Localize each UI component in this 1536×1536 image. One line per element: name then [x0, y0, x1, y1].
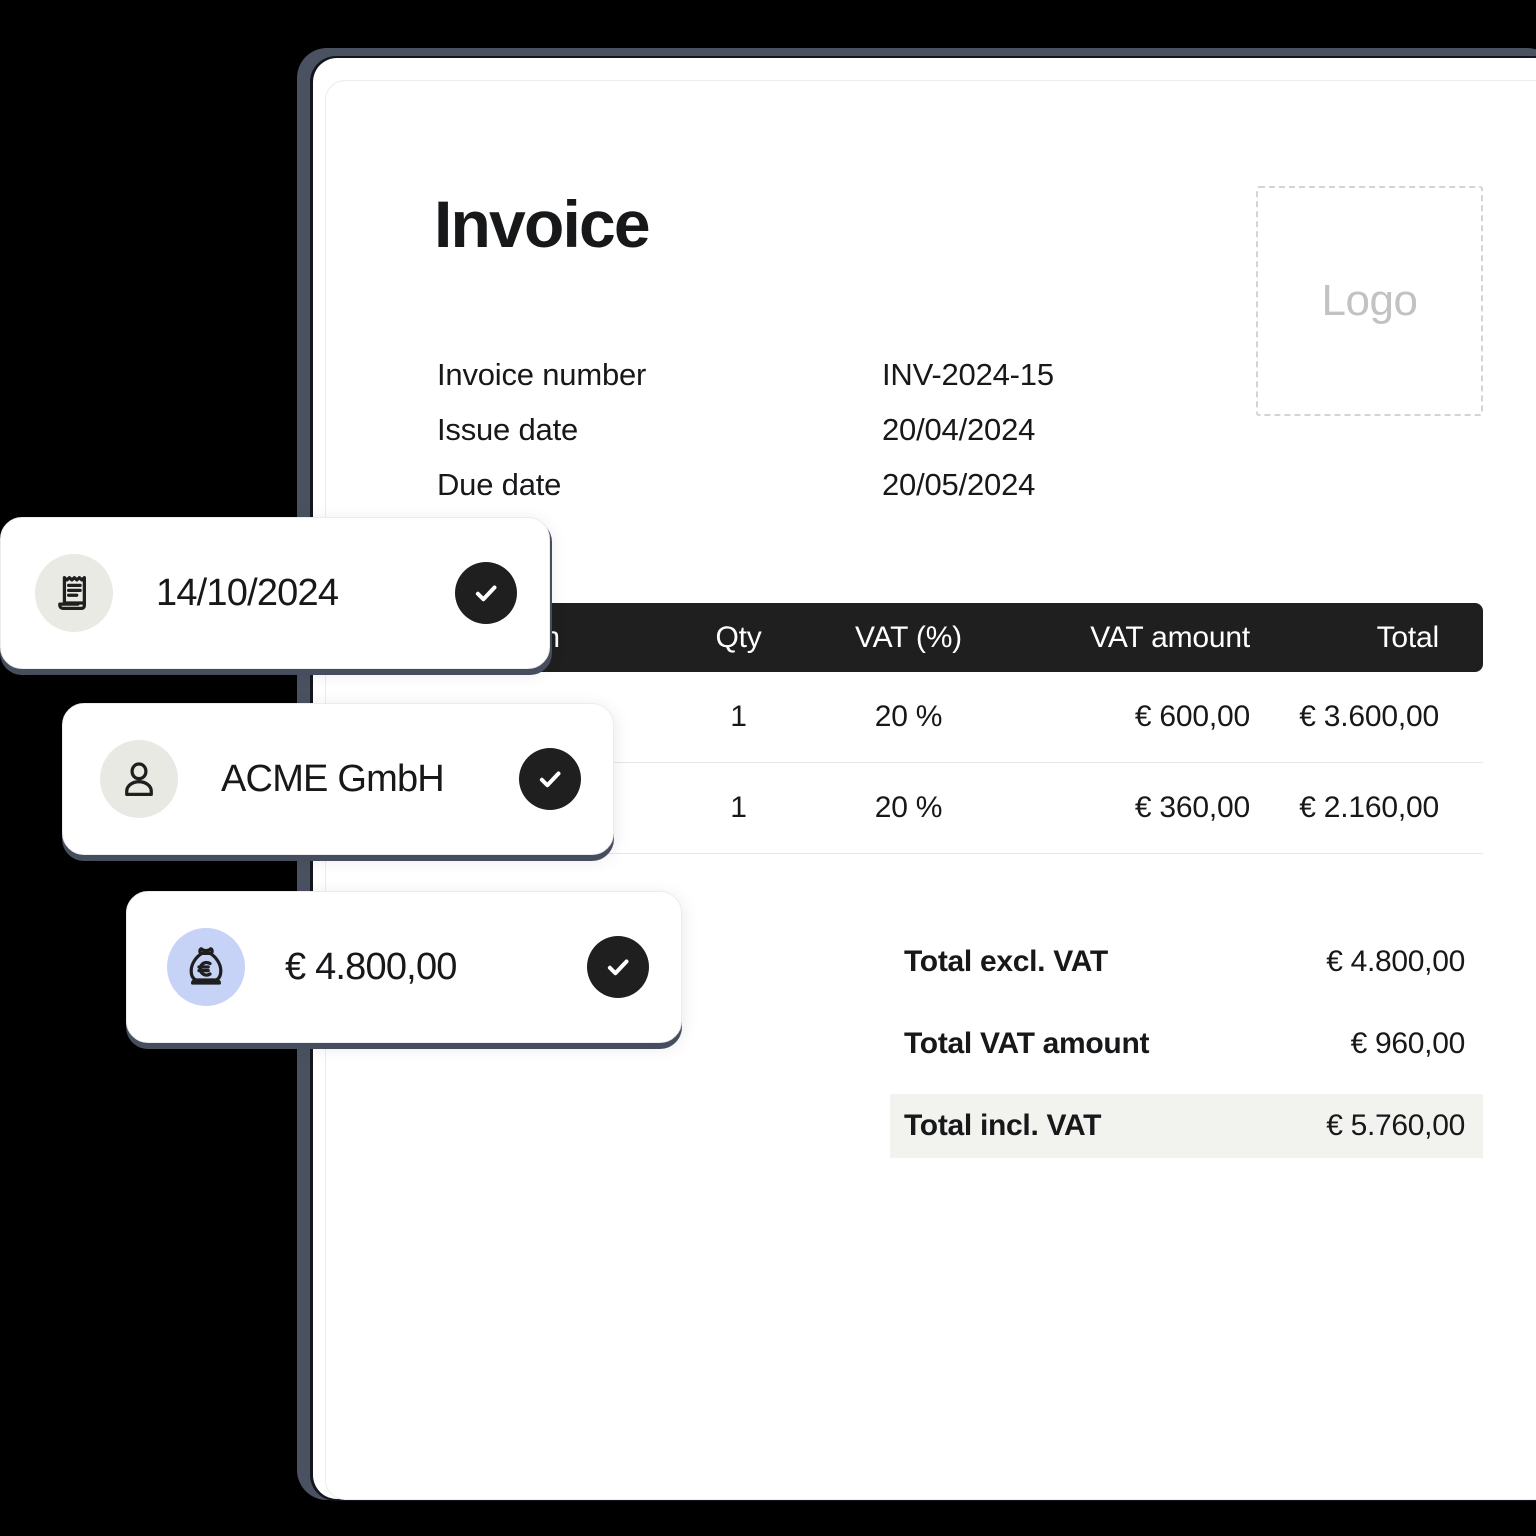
page-title: Invoice — [434, 187, 651, 261]
total-value: € 960,00 — [1350, 1027, 1466, 1060]
total-label: Total incl. VAT — [904, 1109, 1102, 1142]
money-bag-icon — [167, 928, 245, 1006]
meta-value: INV-2024-15 — [882, 357, 1054, 392]
column-header-vat-percent: VAT (%) — [855, 620, 962, 654]
invoice-meta: Invoice number INV-2024-15 Issue date 20… — [437, 357, 1137, 522]
total-row-vat-amount: Total VAT amount € 960,00 — [890, 1012, 1483, 1076]
total-row-incl-vat: Total incl. VAT € 5.760,00 — [890, 1094, 1483, 1158]
cell-qty: 1 — [730, 700, 747, 733]
total-label: Total VAT amount — [904, 1027, 1150, 1060]
total-label: Total excl. VAT — [904, 945, 1108, 978]
cell-vat-percent: 20 % — [874, 700, 943, 733]
cell-vat-percent: 20 % — [874, 791, 943, 824]
cell-vat-amount: € 360,00 — [1134, 791, 1250, 824]
cell-qty: 1 — [730, 791, 747, 824]
floating-card-date[interactable]: 14/10/2024 — [0, 517, 550, 669]
logo-placeholder-label: Logo — [1321, 276, 1418, 325]
meta-label: Issue date — [437, 412, 579, 447]
total-value: € 4.800,00 — [1326, 945, 1465, 978]
meta-row-issue-date: Issue date 20/04/2024 — [437, 412, 1137, 467]
date-card-label: 14/10/2024 — [156, 571, 339, 614]
person-icon — [100, 740, 178, 818]
cell-total: € 2.160,00 — [1299, 791, 1439, 824]
meta-value: 20/05/2024 — [882, 467, 1036, 502]
check-icon — [455, 562, 517, 624]
meta-label: Due date — [437, 467, 562, 502]
meta-label: Invoice number — [437, 357, 647, 392]
column-header-vat-amount: VAT amount — [1090, 620, 1250, 654]
meta-row-invoice-number: Invoice number INV-2024-15 — [437, 357, 1137, 412]
floating-card-customer[interactable]: ACME GmbH — [62, 703, 614, 855]
cell-total: € 3.600,00 — [1299, 700, 1439, 733]
logo-placeholder[interactable]: Logo — [1256, 186, 1483, 416]
meta-value: 20/04/2024 — [882, 412, 1036, 447]
total-value: € 5.760,00 — [1326, 1109, 1465, 1142]
column-header-total: Total — [1376, 620, 1440, 654]
receipt-icon — [35, 554, 113, 632]
column-header-qty: Qty — [715, 620, 762, 654]
cell-vat-amount: € 600,00 — [1134, 700, 1250, 733]
floating-card-amount[interactable]: € 4.800,00 — [126, 891, 682, 1043]
customer-card-label: ACME GmbH — [221, 757, 445, 800]
amount-card-label: € 4.800,00 — [285, 945, 457, 988]
totals-section: Total excl. VAT € 4.800,00 Total VAT amo… — [890, 930, 1483, 1158]
check-icon — [587, 936, 649, 998]
total-row-excl-vat: Total excl. VAT € 4.800,00 — [890, 930, 1483, 994]
check-icon — [519, 748, 581, 810]
meta-row-due-date: Due date 20/05/2024 — [437, 467, 1137, 522]
line-items-table-header: Description Qty VAT (%) VAT amount Total — [390, 603, 1483, 672]
screenshot-stage: Invoice Logo Invoice number INV-2024-15 … — [0, 0, 1536, 1536]
